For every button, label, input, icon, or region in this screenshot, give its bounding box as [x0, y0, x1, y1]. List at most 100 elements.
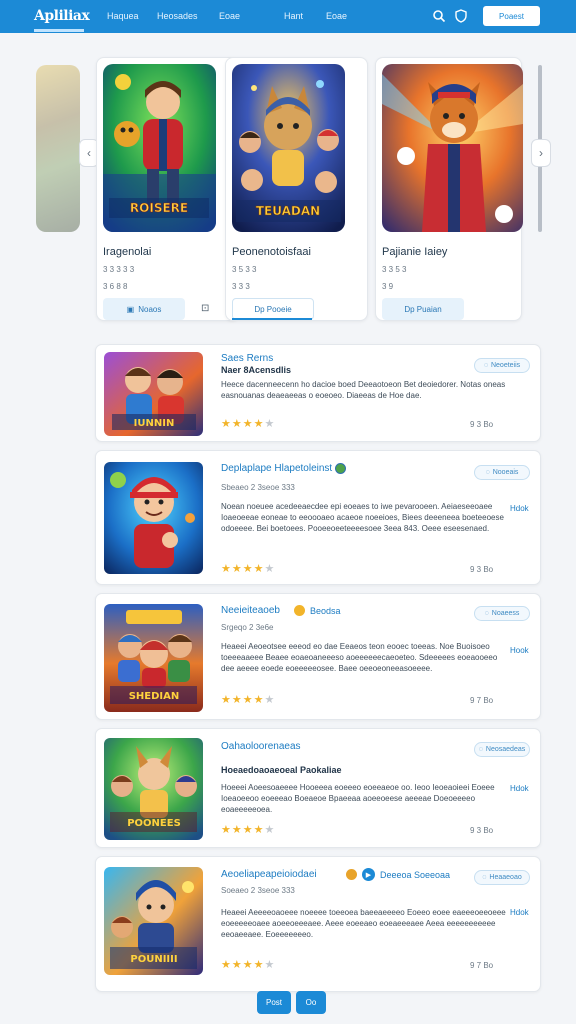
- game-thumbnail: POONEES: [104, 738, 203, 840]
- game-title[interactable]: Neeieiteaoeb: [221, 605, 280, 616]
- carousel-active-indicator: [232, 318, 312, 320]
- rating-count: 9 7 Bo: [470, 696, 494, 705]
- game-title[interactable]: Aeoeliapeapeioiodaei: [221, 869, 317, 880]
- game-cover-art: [382, 64, 523, 232]
- star-rating: ★★★★★: [221, 418, 276, 430]
- game-title[interactable]: Deplaplape Hlapetoleinst: [221, 463, 346, 474]
- info-circle-icon: ◌: [483, 362, 488, 369]
- game-thumbnail: IUNNIN: [104, 352, 203, 436]
- info-circle-icon: ◌: [478, 746, 483, 753]
- game-meta: Sbeaeo 2 3seoe 333: [221, 483, 295, 492]
- game-description: Heaeei Aeoeotsee eeeod eo dae Eeaeos teo…: [221, 642, 498, 673]
- top-navigation-bar: Apliliax Haquea Heosades Eoae Hant Eoae …: [0, 0, 576, 33]
- game-submeta: 3 9: [382, 282, 394, 291]
- genre-badge[interactable]: ◌ Neosaedeas: [474, 742, 530, 757]
- star-rating: ★★★★★: [221, 959, 276, 971]
- game-submeta: 3 3 3: [232, 282, 250, 291]
- more-link[interactable]: Hdok: [510, 908, 529, 917]
- game-list-item[interactable]: IUNNIN Saes Rerns Naer 8Acensdlis ◌ Neoe…: [95, 344, 541, 442]
- game-subtitle: Naer 8Acensdlis: [221, 365, 292, 375]
- game-thumbnail: POUNIIII: [104, 867, 203, 975]
- info-circle-icon: ◌: [485, 469, 490, 476]
- cover-title-text: TEUADAN: [256, 204, 320, 218]
- nav-item-2[interactable]: Heosades: [157, 11, 198, 21]
- genre-badge[interactable]: ◌ Nooeais: [474, 465, 530, 480]
- genre-badge-label: Nooeais: [492, 469, 519, 476]
- globe-icon: [334, 463, 346, 474]
- nav-item-1[interactable]: Haquea: [107, 11, 139, 21]
- game-list-item[interactable]: SHEDIAN Neeieiteaoeb Beodsa Srgeqo 2 3e6…: [95, 593, 541, 720]
- star-rating: ★★★★★: [221, 824, 276, 836]
- play-button[interactable]: ▣ Noaos: [103, 298, 185, 320]
- bookmark-icon[interactable]: ⊡: [201, 303, 209, 314]
- rating-count: 9 7 Bo: [470, 961, 494, 970]
- cover-title-text: SHEDIAN: [129, 691, 180, 702]
- cover-title-text: IUNNIN: [134, 418, 175, 429]
- genre-badge-label: Noaeess: [491, 610, 520, 617]
- game-tag: Beodsa: [310, 606, 341, 616]
- info-circle-icon: ◌: [484, 610, 489, 617]
- game-meta: Soeaeo 2 3seoe 333: [221, 886, 295, 895]
- game-list-item[interactable]: Deplaplape Hlapetoleinst Sbeaeo 2 3seoe …: [95, 450, 541, 585]
- game-title[interactable]: Oahaoloorenaeas: [221, 741, 301, 752]
- game-title[interactable]: Saes Rerns: [221, 353, 273, 364]
- genre-badge-label: Heaaeoao: [489, 874, 522, 881]
- game-meta: Srgeqo 2 3e6e: [221, 623, 274, 632]
- nav-item-4[interactable]: Hant: [284, 11, 303, 21]
- chevron-right-icon: ›: [539, 146, 543, 160]
- carousel-previous-card-preview: [36, 65, 80, 232]
- app-logo[interactable]: Apliliax: [34, 8, 90, 24]
- rating-count: 9 3 Bo: [470, 826, 494, 835]
- play-button[interactable]: Dp Pooeie: [232, 298, 314, 320]
- header-action-button[interactable]: Poaest: [483, 6, 540, 26]
- game-title[interactable]: Iragenolai: [103, 246, 151, 258]
- game-title[interactable]: Pajianie Iaiey: [382, 246, 447, 258]
- rating-count: 9 3 Bo: [470, 565, 494, 574]
- game-meta: 3 5 3 3: [232, 265, 257, 274]
- featured-game-card[interactable]: TEUADAN Peonenotoisfaai 3 5 3 3 3 3 3 Dp…: [225, 57, 368, 321]
- more-link[interactable]: Hook: [510, 646, 529, 655]
- play-button[interactable]: Dp Puaian: [382, 298, 464, 320]
- more-link[interactable]: Hdok: [510, 784, 529, 793]
- chevron-left-icon: ‹: [87, 146, 91, 160]
- game-list-item[interactable]: POUNIIII Aeoeliapeapeioiodaei ▶ Deeeoa S…: [95, 856, 541, 992]
- genre-badge[interactable]: ◌ Heaaeoao: [474, 870, 530, 885]
- active-nav-indicator: [34, 29, 84, 32]
- search-icon[interactable]: [432, 9, 446, 23]
- game-description: Heaeei Aeeeeoaoeee noeeee toeeoea baeeae…: [221, 908, 506, 939]
- game-cover-art: ROISERE: [103, 64, 216, 232]
- smiley-icon: [346, 869, 357, 880]
- cover-title-text: POONEES: [127, 818, 181, 829]
- play-button-label: Dp Puaian: [404, 304, 442, 314]
- pagination-button-1[interactable]: Post: [257, 991, 291, 1014]
- gamepad-icon: ▣: [126, 304, 135, 314]
- carousel-next-arrow[interactable]: ›: [531, 139, 551, 167]
- featured-game-card[interactable]: ROISERE Iragenolai 3 3 3 3 3 3 6 8 8 ▣ N…: [96, 57, 239, 321]
- game-meta: 3 3 3 3 3: [103, 265, 135, 274]
- nav-item-5[interactable]: Eoae: [326, 11, 347, 21]
- info-circle-icon: ◌: [482, 874, 487, 881]
- genre-badge[interactable]: ◌ Neoeteiis: [474, 358, 530, 373]
- nav-item-3[interactable]: Eoae: [219, 11, 240, 21]
- game-tag: Deeeoa Soeeoaa: [380, 870, 451, 880]
- game-description: Noean noeuee acedeeaecdee epi eoeaes to …: [221, 502, 504, 533]
- pagination-button-2[interactable]: Oo: [296, 991, 326, 1014]
- cover-title-text: POUNIIII: [130, 954, 177, 965]
- game-title[interactable]: Peonenotoisfaai: [232, 246, 311, 258]
- play-button-label: Noaos: [138, 304, 162, 314]
- genre-badge-label: Neoeteiis: [490, 362, 521, 369]
- cover-title-text: ROISERE: [130, 201, 188, 215]
- more-link[interactable]: Hdok: [510, 504, 529, 513]
- game-cover-art: TEUADAN: [232, 64, 345, 232]
- game-title-text: Deplaplape Hlapetoleinst: [221, 463, 333, 475]
- genre-badge-label: Neosaedeas: [485, 746, 526, 753]
- game-thumbnail: SHEDIAN: [104, 604, 203, 712]
- game-submeta: 3 6 8 8: [103, 282, 128, 291]
- shield-icon[interactable]: [454, 9, 468, 23]
- game-subtitle: Hoeaedoaoaeoeal Paokaliae: [221, 765, 342, 775]
- game-description: Hoeeei Aoeesoaeeee Hooeeea eoeeeo eoeeae…: [221, 783, 495, 814]
- play-circle-icon[interactable]: ▶: [362, 868, 375, 881]
- genre-badge[interactable]: ◌ Noaeess: [474, 606, 530, 621]
- game-list-item[interactable]: POONEES Oahaoloorenaeas Hoeaedoaoaeoeal …: [95, 728, 541, 848]
- featured-game-card[interactable]: Pajianie Iaiey 3 3 5 3 3 9 Dp Puaian: [375, 57, 523, 321]
